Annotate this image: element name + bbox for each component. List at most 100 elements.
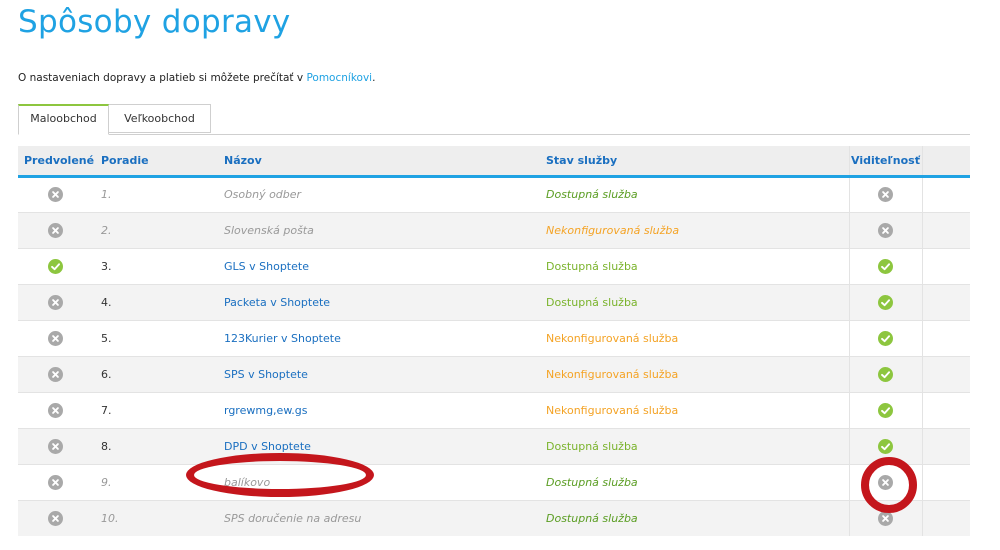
name-cell: 123Kurier v Shoptete	[216, 319, 538, 356]
header-status[interactable]: Stav služby	[538, 146, 849, 178]
empty-cell	[922, 499, 970, 536]
name-cell: GLS v Shoptete	[216, 247, 538, 284]
x-circle-icon[interactable]	[878, 222, 893, 238]
x-circle-icon[interactable]	[48, 510, 63, 526]
table-row[interactable]: 7. rgrewmg,ew.gs Nekonfigurovaná služba	[18, 391, 970, 428]
x-circle-icon[interactable]	[48, 438, 63, 454]
visibility-cell	[848, 175, 923, 212]
check-circle-icon[interactable]	[878, 366, 893, 382]
check-circle-icon[interactable]	[878, 258, 893, 274]
default-cell	[18, 427, 93, 464]
name-cell: balíkovo	[216, 463, 538, 500]
header-empty	[922, 146, 970, 178]
check-circle-icon[interactable]	[878, 402, 893, 418]
table-row[interactable]: 4. Packeta v Shoptete Dostupná služba	[18, 283, 970, 320]
default-cell	[18, 283, 93, 320]
check-circle-icon[interactable]	[878, 294, 893, 310]
shipping-name-link[interactable]: SPS v Shoptete	[224, 368, 308, 381]
tab-velkoobchod[interactable]: Veľkoobchod	[109, 104, 211, 133]
shipping-name-link[interactable]: SPS doručenie na adresu	[224, 512, 361, 525]
default-cell	[18, 211, 93, 248]
x-circle-icon[interactable]	[48, 187, 63, 202]
x-circle-icon[interactable]	[48, 222, 63, 238]
table-row[interactable]: 2. Slovenská pošta Nekonfigurovaná služba	[18, 211, 970, 248]
shipping-name-link[interactable]: rgrewmg,ew.gs	[224, 404, 308, 417]
name-cell: DPD v Shoptete	[216, 427, 538, 464]
status-cell: Dostupná služba	[538, 463, 849, 500]
default-cell	[18, 463, 93, 500]
order-cell: 2.	[93, 211, 216, 248]
x-circle-icon[interactable]	[48, 474, 63, 490]
table-row[interactable]: 8. DPD v Shoptete Dostupná služba	[18, 427, 970, 464]
shipping-name-link[interactable]: Packeta v Shoptete	[224, 296, 330, 309]
shipping-name-link[interactable]: 123Kurier v Shoptete	[224, 332, 341, 345]
x-circle-icon[interactable]	[48, 330, 63, 346]
visibility-cell	[848, 391, 923, 428]
default-cell	[18, 175, 93, 212]
visibility-cell	[848, 247, 923, 284]
status-cell: Dostupná služba	[538, 427, 849, 464]
x-circle-icon[interactable]	[48, 366, 63, 382]
order-cell: 10.	[93, 499, 216, 536]
table-header-row: Predvolené Poradie Názov Stav služby Vid…	[18, 146, 970, 178]
default-cell	[18, 391, 93, 428]
default-cell	[18, 319, 93, 356]
x-circle-icon[interactable]	[878, 510, 893, 526]
tab-maloobchod[interactable]: Maloobchod	[18, 104, 109, 135]
visibility-cell	[848, 211, 923, 248]
empty-cell	[922, 355, 970, 392]
table-row[interactable]: 5. 123Kurier v Shoptete Nekonfigurovaná sl…	[18, 319, 970, 356]
status-cell: Dostupná služba	[538, 247, 849, 284]
empty-cell	[922, 175, 970, 212]
x-circle-icon[interactable]	[48, 402, 63, 418]
order-cell: 7.	[93, 391, 216, 428]
shipping-name-link[interactable]: Slovenská pošta	[224, 224, 314, 237]
empty-cell	[922, 247, 970, 284]
default-cell	[18, 355, 93, 392]
default-cell	[18, 499, 93, 536]
table-row[interactable]: 9. balíkovo Dostupná služba	[18, 463, 970, 500]
shipping-name-link[interactable]: balíkovo	[224, 476, 270, 489]
table-row[interactable]: 10. SPS doručenie na adresu Dostupná služb…	[18, 499, 970, 536]
shipping-name-link[interactable]: DPD v Shoptete	[224, 440, 311, 453]
header-default[interactable]: Predvolené	[18, 146, 94, 178]
check-circle-icon[interactable]	[48, 258, 63, 274]
header-name[interactable]: Názov	[216, 146, 538, 178]
empty-cell	[922, 391, 970, 428]
order-cell: 5.	[93, 319, 216, 356]
shipping-name-link[interactable]: Osobný odber	[224, 188, 301, 201]
intro-text-end: .	[372, 72, 376, 84]
intro-text: O nastaveniach dopravy a platieb si môže…	[18, 72, 375, 84]
table-body: 1. Osobný odber Dostupná služba 2. Slovenská…	[18, 175, 970, 536]
x-circle-icon[interactable]	[878, 474, 893, 490]
shipping-methods-table: Predvolené Poradie Názov Stav služby Vid…	[18, 146, 970, 536]
empty-cell	[922, 283, 970, 320]
table-row[interactable]: 6. SPS v Shoptete Nekonfigurovaná služba	[18, 355, 970, 392]
status-cell: Nekonfigurovaná služba	[538, 211, 849, 248]
order-cell: 1.	[93, 175, 216, 212]
visibility-cell	[848, 355, 923, 392]
tab-bar: Maloobchod Veľkoobchod	[18, 104, 970, 135]
status-cell: Nekonfigurovaná služba	[538, 355, 849, 392]
x-circle-icon[interactable]	[48, 294, 63, 310]
check-circle-icon[interactable]	[878, 438, 893, 454]
table-row[interactable]: 3. GLS v Shoptete Dostupná služba	[18, 247, 970, 284]
shipping-name-link[interactable]: GLS v Shoptete	[224, 260, 309, 273]
order-cell: 3.	[93, 247, 216, 284]
order-cell: 9.	[93, 463, 216, 500]
visibility-cell	[848, 463, 923, 500]
visibility-cell	[848, 283, 923, 320]
header-visibility[interactable]: Viditeľnosť	[848, 146, 923, 178]
visibility-cell	[848, 319, 923, 356]
header-order[interactable]: Poradie	[93, 146, 216, 178]
table-row[interactable]: 1. Osobný odber Dostupná služba	[18, 175, 970, 212]
x-circle-icon[interactable]	[878, 187, 893, 202]
order-cell: 4.	[93, 283, 216, 320]
check-circle-icon[interactable]	[878, 330, 893, 346]
help-link[interactable]: Pomocníkovi	[306, 72, 372, 84]
status-cell: Dostupná služba	[538, 283, 849, 320]
status-cell: Dostupná služba	[538, 175, 849, 212]
default-cell	[18, 247, 93, 284]
order-cell: 8.	[93, 427, 216, 464]
name-cell: Slovenská pošta	[216, 211, 538, 248]
